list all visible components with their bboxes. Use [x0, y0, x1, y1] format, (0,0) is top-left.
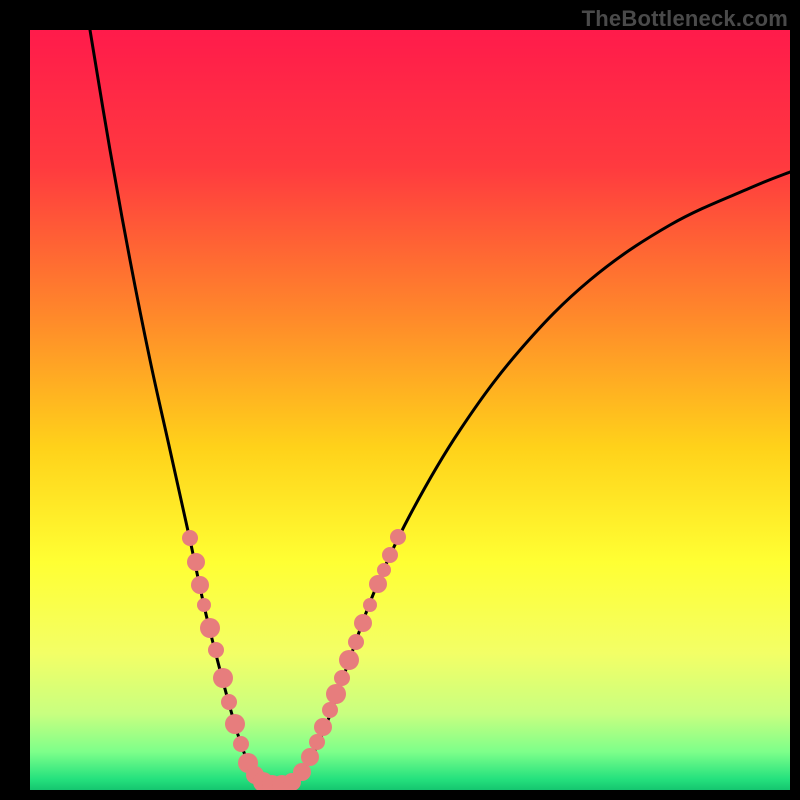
data-dot	[314, 718, 332, 736]
chart-frame: TheBottleneck.com	[0, 0, 800, 800]
data-dot	[339, 650, 359, 670]
data-dot	[187, 553, 205, 571]
data-dot	[225, 714, 245, 734]
data-dot	[334, 670, 350, 686]
data-dot	[309, 734, 325, 750]
data-dot	[221, 694, 237, 710]
data-dot	[348, 634, 364, 650]
data-dot	[208, 642, 224, 658]
data-dot	[322, 702, 338, 718]
gradient-background	[30, 30, 790, 790]
data-dot	[354, 614, 372, 632]
data-dot	[197, 598, 211, 612]
data-dot	[191, 576, 209, 594]
data-dot	[326, 684, 346, 704]
data-dot	[233, 736, 249, 752]
data-dot	[377, 563, 391, 577]
data-dot	[182, 530, 198, 546]
watermark-text: TheBottleneck.com	[582, 6, 788, 32]
data-dot	[363, 598, 377, 612]
data-dot	[200, 618, 220, 638]
data-dot	[301, 748, 319, 766]
data-dot	[382, 547, 398, 563]
plot-area	[30, 30, 790, 790]
chart-svg	[30, 30, 790, 790]
data-dot	[390, 529, 406, 545]
data-dot	[213, 668, 233, 688]
data-dot	[369, 575, 387, 593]
